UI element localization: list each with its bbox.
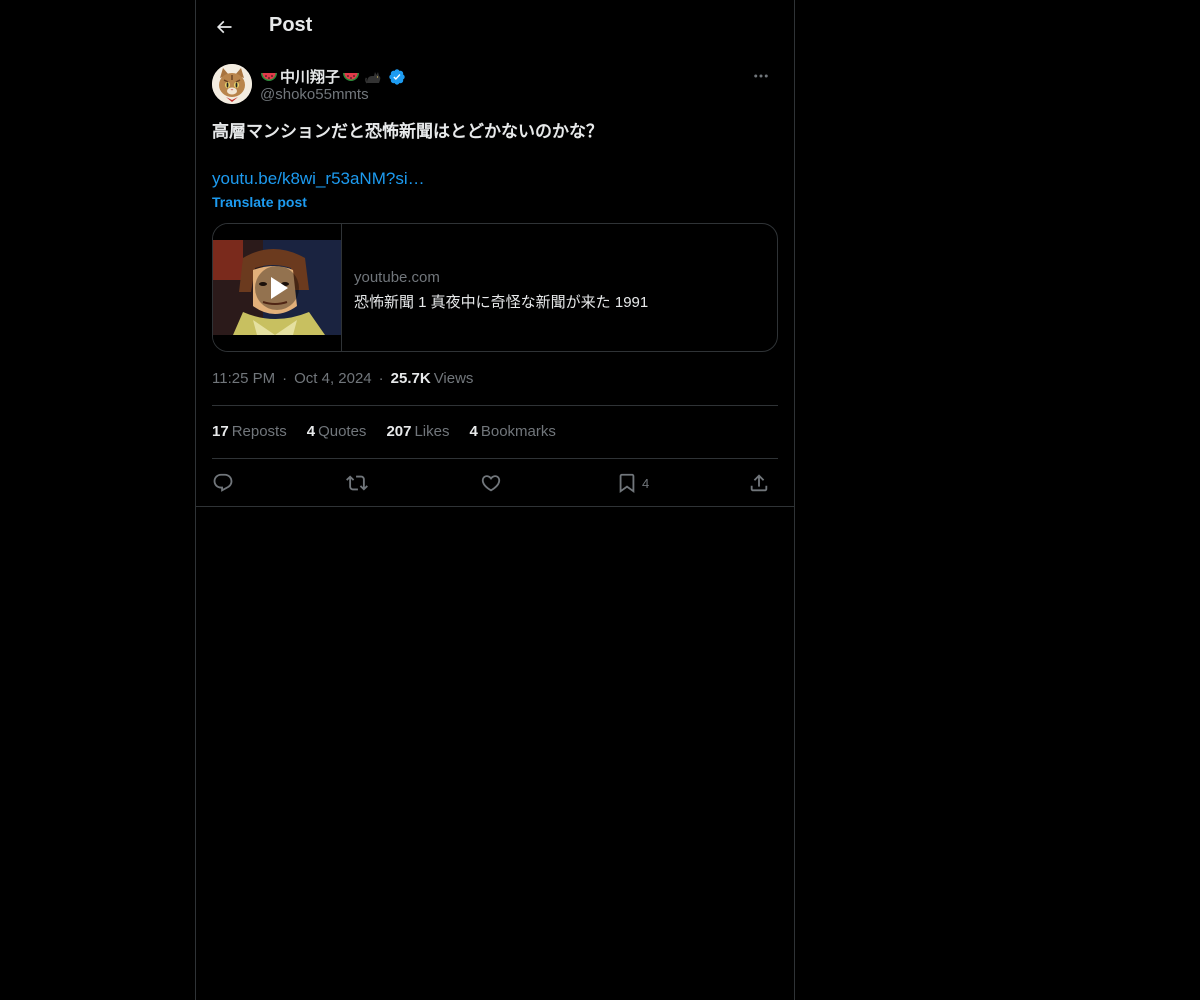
repost-icon [346,472,368,494]
back-button[interactable] [208,11,240,43]
action-bar: 4 [212,468,778,498]
likes-stat[interactable]: 207 Likes [386,423,449,440]
share-icon [748,472,770,494]
views-label: Views [433,370,474,387]
page-header: Post [196,0,794,54]
engagement-stats: 17 Reposts 4 Quotes 207 Likes 4 Bookmarks [212,423,556,440]
cat-face-avatar-icon [212,64,252,104]
reply-button[interactable] [212,468,234,498]
link-preview-card[interactable]: youtube.com 恐怖新聞 1 真夜中に奇怪な新聞が来た 1991 [212,223,778,352]
black-cat-icon [365,69,383,85]
post-author: 中川翔子 @shoko55mmts [212,64,778,108]
like-button[interactable] [480,468,502,498]
bookmark-icon [616,472,638,494]
more-options-button[interactable] [744,64,778,88]
bookmark-count: 4 [642,475,650,491]
repost-button[interactable] [346,468,368,498]
reposts-stat[interactable]: 17 Reposts [212,423,287,440]
card-domain: youtube.com [354,269,440,286]
reply-icon [212,472,234,494]
more-horizontal-icon [752,67,770,85]
translate-post-button[interactable]: Translate post [212,194,307,210]
author-name-row[interactable]: 中川翔子 [260,66,406,87]
author-handle[interactable]: @shoko55mmts [260,86,369,103]
divider [196,506,794,507]
post-meta: 11:25 PM · Oct 4, 2024 · 25.7K Views [212,370,473,387]
heart-icon [480,472,502,494]
bookmarks-stat[interactable]: 4 Bookmarks [470,423,556,440]
post-text: 高層マンションだと恐怖新聞はとどかないのかな？ [212,122,603,141]
post-time[interactable]: 11:25 PM [212,370,275,387]
watermelon-icon [342,70,360,84]
verified-badge-icon[interactable] [388,68,406,86]
share-button[interactable] [748,468,770,498]
divider [212,405,778,406]
views-count: 25.7K [390,370,431,387]
card-title: 恐怖新聞 1 真夜中に奇怪な新聞が来た 1991 [354,294,649,311]
watermelon-icon [260,70,278,84]
author-display-name: 中川翔子 [280,69,341,86]
divider [212,458,778,459]
post-date[interactable]: Oct 4, 2024 [294,370,372,387]
bookmark-button[interactable]: 4 [616,468,649,498]
play-icon [255,266,299,310]
post-link[interactable]: youtu.be/k8wi_r53aNM?si… [212,167,425,191]
page-title: Post [269,14,313,36]
separator-dot: · [282,370,288,387]
avatar[interactable] [212,64,252,104]
arrow-left-icon [214,17,234,37]
separator-dot: · [378,370,384,387]
card-thumbnail [213,224,342,351]
primary-column: Post 中川翔子 @shoko55mmts 高層マンションだと恐怖新聞はとどか… [195,0,795,1000]
quotes-stat[interactable]: 4 Quotes [307,423,367,440]
